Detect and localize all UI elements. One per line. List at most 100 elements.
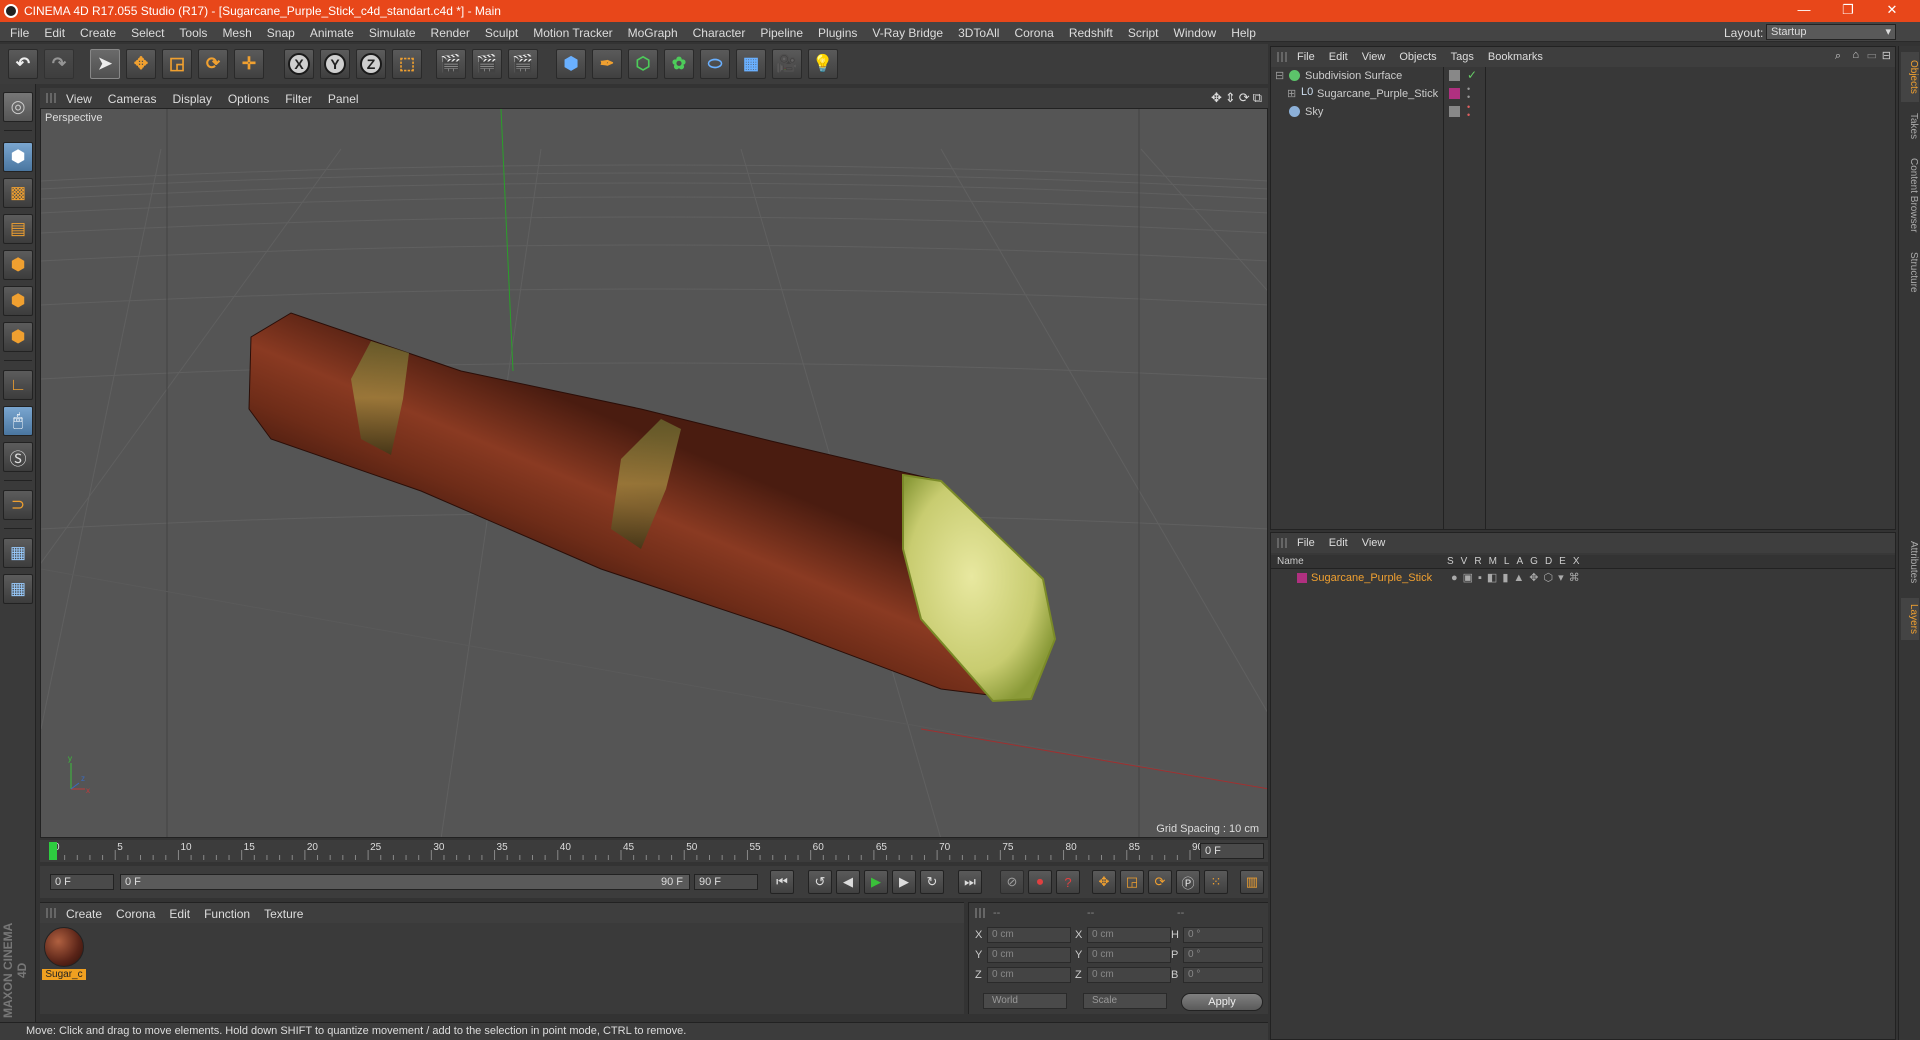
material-menu-create[interactable]: Create xyxy=(66,907,102,921)
next-key-button[interactable]: ↻ xyxy=(920,870,944,894)
menu-edit[interactable]: Edit xyxy=(44,26,65,40)
material-menu-function[interactable]: Function xyxy=(204,907,250,921)
menu-window[interactable]: Window xyxy=(1174,26,1217,40)
floor-button[interactable]: ▦ xyxy=(736,49,766,79)
size-mode-dropdown[interactable]: Scale xyxy=(1083,993,1167,1009)
3d-viewport[interactable]: y x z Perspective Grid Spacing : 10 cm xyxy=(40,108,1268,838)
snap-button[interactable]: ⊃ xyxy=(3,490,33,520)
menu-plugins[interactable]: Plugins xyxy=(818,26,857,40)
layer-row[interactable]: Sugarcane_Purple_Stick ●▣▪◧▮▲✥⬡▾⌘ xyxy=(1271,570,1895,586)
frame-range-slider[interactable]: 0 F 90 F xyxy=(120,874,690,890)
go-to-start-button[interactable]: ⏮ xyxy=(770,870,794,894)
coordinate-system-button[interactable]: ⬚ xyxy=(392,49,422,79)
current-frame-field[interactable]: 0 F xyxy=(1200,843,1264,859)
array-button[interactable]: ✿ xyxy=(664,49,694,79)
playhead[interactable] xyxy=(49,842,57,860)
x-axis-button[interactable]: X xyxy=(284,49,314,79)
pos-x-field[interactable]: 0 cm xyxy=(987,927,1071,943)
subdivision-surface-button[interactable]: ⬡ xyxy=(628,49,658,79)
size-x-field[interactable]: 0 cm xyxy=(1087,927,1171,943)
apply-button[interactable]: Apply xyxy=(1181,993,1263,1011)
render-settings-button[interactable]: 🎬 xyxy=(508,49,538,79)
visibility-dots-icon[interactable]: • • xyxy=(1467,85,1470,102)
texture-mode-button[interactable]: ▩ xyxy=(3,178,33,208)
menu-character[interactable]: Character xyxy=(693,26,746,40)
record-keys-button[interactable]: ⊘ xyxy=(1000,870,1024,894)
coordinate-space-dropdown[interactable]: World xyxy=(983,993,1067,1009)
menu-animate[interactable]: Animate xyxy=(310,26,354,40)
menu-file[interactable]: File xyxy=(10,26,29,40)
maximize-button[interactable]: ❐ xyxy=(1828,2,1868,18)
edges-mode-button[interactable]: ⬢ xyxy=(3,286,33,316)
layer-color-swatch[interactable] xyxy=(1297,573,1307,583)
tab-attributes[interactable]: Attributes xyxy=(1901,532,1919,592)
new-view-icon[interactable]: ▭ xyxy=(1867,49,1877,62)
layer-menu-view[interactable]: View xyxy=(1362,537,1386,549)
layout-dropdown[interactable]: Startup ▾ xyxy=(1766,24,1896,40)
viewport-menu-filter[interactable]: Filter xyxy=(285,92,312,106)
col-manager[interactable]: M xyxy=(1489,556,1497,567)
cube-button[interactable]: ⬢ xyxy=(556,49,586,79)
menu-vray-bridge[interactable]: V-Ray Bridge xyxy=(872,26,943,40)
menu-sculpt[interactable]: Sculpt xyxy=(485,26,518,40)
menu-pipeline[interactable]: Pipeline xyxy=(760,26,803,40)
pos-y-field[interactable]: 0 cm xyxy=(987,947,1071,963)
key-position-button[interactable]: ✥ xyxy=(1092,870,1116,894)
col-generators[interactable]: G xyxy=(1530,556,1538,567)
go-to-end-button[interactable]: ⏭ xyxy=(958,870,982,894)
redo-button[interactable]: ↷ xyxy=(44,49,74,79)
viewport-menu-panel[interactable]: Panel xyxy=(328,92,359,106)
undo-button[interactable]: ↶ xyxy=(8,49,38,79)
minimize-button[interactable]: — xyxy=(1784,2,1824,17)
pos-z-field[interactable]: 0 cm xyxy=(987,967,1071,983)
collapse-icon[interactable]: ⊟ xyxy=(1275,69,1284,82)
z-axis-button[interactable]: Z xyxy=(356,49,386,79)
move-tool-button[interactable]: ✥ xyxy=(126,49,156,79)
y-axis-button[interactable]: Y xyxy=(320,49,350,79)
col-view[interactable]: V xyxy=(1461,556,1468,567)
menu-simulate[interactable]: Simulate xyxy=(369,26,416,40)
material-menu-edit[interactable]: Edit xyxy=(169,907,190,921)
menu-snap[interactable]: Snap xyxy=(267,26,295,40)
workplane-button[interactable]: ▤ xyxy=(3,214,33,244)
tab-takes[interactable]: Takes xyxy=(1901,106,1919,146)
object-row-subdivision[interactable]: ⊟ Subdivision Surface ✓ xyxy=(1271,67,1895,85)
solo-button[interactable]: Ⓢ xyxy=(3,442,33,472)
object-menu-bookmarks[interactable]: Bookmarks xyxy=(1488,51,1543,63)
tab-structure[interactable]: Structure xyxy=(1901,244,1919,300)
rotate-tool-button[interactable]: ⟳ xyxy=(198,49,228,79)
key-pla-button[interactable]: ⁙ xyxy=(1204,870,1228,894)
tab-objects[interactable]: Objects xyxy=(1901,52,1919,102)
play-button[interactable]: ▶ xyxy=(864,870,888,894)
rot-h-field[interactable]: 0 ° xyxy=(1183,927,1263,943)
size-z-field[interactable]: 0 cm xyxy=(1087,967,1171,983)
menu-create[interactable]: Create xyxy=(80,26,116,40)
previous-frame-button[interactable]: ◀ xyxy=(836,870,860,894)
col-xref[interactable]: X xyxy=(1573,556,1580,567)
expand-icon[interactable]: ⊞ xyxy=(1287,87,1296,100)
select-tool-button[interactable]: ➤ xyxy=(90,49,120,79)
rot-b-field[interactable]: 0 ° xyxy=(1183,967,1263,983)
key-rotation-button[interactable]: ⟳ xyxy=(1148,870,1172,894)
render-view-button[interactable]: 🎬 xyxy=(436,49,466,79)
spline-pen-button[interactable]: ✒ xyxy=(592,49,622,79)
start-frame-field[interactable]: 0 F xyxy=(50,874,114,890)
material-menu-texture[interactable]: Texture xyxy=(264,907,303,921)
viewport-menu-view[interactable]: View xyxy=(66,92,92,106)
col-deformers[interactable]: D xyxy=(1545,556,1552,567)
deformer-button[interactable]: ⬭ xyxy=(700,49,730,79)
size-y-field[interactable]: 0 cm xyxy=(1087,947,1171,963)
model-mode-button[interactable]: ⬢ xyxy=(3,142,33,172)
menu-3dtoall[interactable]: 3DToAll xyxy=(958,26,999,40)
polygons-mode-button[interactable]: ⬢ xyxy=(3,322,33,352)
tweak-mode-button[interactable]: 🖱 xyxy=(3,406,33,436)
tab-content-browser[interactable]: Content Browser xyxy=(1901,150,1919,240)
col-locked[interactable]: L xyxy=(1504,556,1510,567)
object-menu-objects[interactable]: Objects xyxy=(1399,51,1436,63)
search-icon[interactable]: ⌕ xyxy=(1835,50,1841,63)
visibility-dots-icon[interactable]: • • xyxy=(1467,103,1470,120)
layer-color-icon[interactable] xyxy=(1449,88,1460,99)
col-solo[interactable]: S xyxy=(1447,556,1454,567)
menu-motion-tracker[interactable]: Motion Tracker xyxy=(533,26,612,40)
menu-tools[interactable]: Tools xyxy=(179,26,207,40)
